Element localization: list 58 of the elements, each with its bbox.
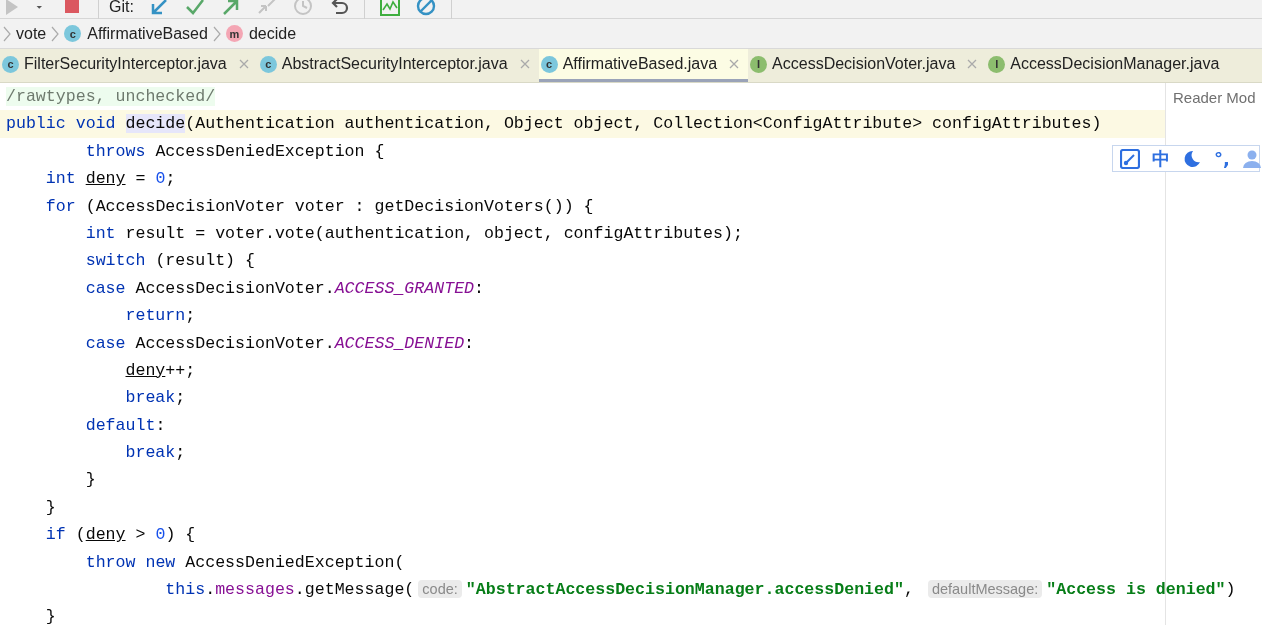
code-line: case AccessDecisionVoter.ACCESS_GRANTED: — [84, 278, 485, 298]
code-text: "AbstractAccessDecisionManager.accessDenied", — [465, 580, 915, 600]
code-line: for (AccessDecisionVoter voter : getDecisionVoters()) { — [44, 196, 594, 216]
tab-label: FilterSecurityInterceptor.java — [24, 55, 227, 73]
class-icon: c — [259, 55, 277, 73]
breadcrumb-item[interactable]: m decide — [225, 24, 297, 43]
gauge-icon[interactable] — [1120, 148, 1140, 169]
editor-tab[interactable]: c FilterSecurityInterceptor.java — [0, 49, 258, 82]
close-icon[interactable] — [728, 58, 741, 70]
editor-tab[interactable]: c AffirmativeBased.java — [538, 49, 749, 82]
chart-icon[interactable] — [378, 0, 401, 18]
editor-tab[interactable]: c AbstractSecurityInterceptor.java — [257, 49, 539, 82]
code-line: int deny = 0; — [44, 169, 176, 189]
close-icon[interactable] — [518, 58, 531, 70]
code-line: deny++; — [124, 360, 196, 380]
editor-tab[interactable]: I AccessDecisionVoter.java — [748, 49, 987, 82]
code-text: "Access is denied") — [1046, 580, 1236, 600]
tab-label: AccessDecisionManager.java — [1010, 55, 1220, 73]
code-line: } — [84, 470, 96, 490]
moon-icon[interactable] — [1182, 148, 1202, 169]
breadcrumb-item[interactable]: vote — [16, 24, 47, 43]
git-label: Git: — [109, 0, 134, 17]
tab-label: AccessDecisionVoter.java — [772, 55, 956, 73]
code-line: break; — [124, 388, 186, 408]
class-icon: c — [64, 25, 82, 42]
close-icon[interactable] — [237, 58, 250, 70]
editor-tab[interactable]: I AccessDecisionManager.java — [986, 49, 1228, 82]
code-line: case AccessDecisionVoter.ACCESS_DENIED: — [84, 333, 475, 353]
ime-button[interactable]: 中 — [1152, 146, 1170, 171]
code-line: throws AccessDeniedException { — [84, 141, 385, 161]
ime-button[interactable]: °, — [1214, 148, 1230, 169]
code-line: int result = voter.vote(authentication, object, configAttributes); — [84, 223, 743, 243]
code-line: throw new AccessDeniedException( — [84, 552, 405, 572]
code-line: break; — [124, 443, 186, 463]
interface-icon: I — [988, 55, 1006, 73]
breadcrumb-item[interactable]: c AffirmativeBased — [64, 24, 208, 43]
code-line: if (deny > 0) { — [44, 525, 196, 545]
person-icon[interactable] — [1241, 148, 1262, 169]
tab-label: AffirmativeBased.java — [562, 55, 718, 73]
code-line: default: — [84, 415, 166, 435]
breadcrumb-label: AffirmativeBased — [87, 24, 208, 43]
breadcrumb-label: decide — [248, 24, 297, 43]
code-line: } — [44, 497, 56, 517]
close-icon[interactable] — [966, 58, 979, 70]
code-line: public void decide(Authentication authentication, Object object, Collection<ConfigAttribute> configAttributes) — [6, 114, 1102, 134]
method-icon: m — [225, 25, 243, 42]
parameter-hint: code: — [418, 580, 462, 599]
class-icon: c — [2, 55, 19, 73]
tab-label: AbstractSecurityInterceptor.java — [281, 55, 508, 73]
class-icon: c — [540, 55, 558, 73]
code-text: this.messages.getMessage( — [164, 580, 415, 600]
code-line: return; — [124, 306, 196, 326]
reader-mode-label[interactable]: Reader Mod — [1166, 89, 1256, 106]
code-line: switch (result) { — [84, 251, 255, 271]
parameter-hint: defaultMessage: — [927, 580, 1043, 599]
code-line: } — [44, 607, 56, 625]
interface-icon: I — [750, 55, 768, 73]
forbidden-icon[interactable] — [414, 0, 437, 18]
